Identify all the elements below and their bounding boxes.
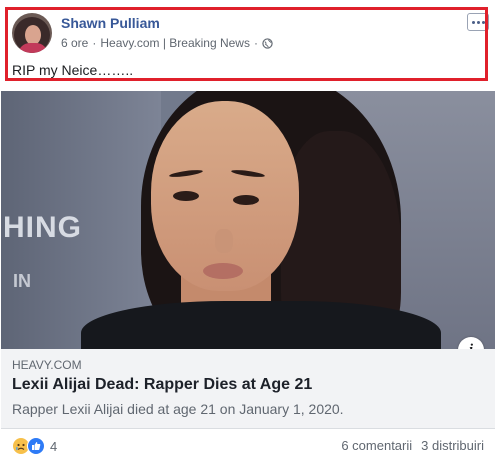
- engagement-stats: 6 comentarii 3 distribuiri: [341, 438, 484, 453]
- comments-count-link[interactable]: 6 comentarii: [341, 438, 412, 453]
- highlight-box: [5, 7, 488, 81]
- link-title[interactable]: Lexii Alijai Dead: Rapper Dies at Age 21: [12, 376, 312, 394]
- link-description: Rapper Lexii Alijai died at age 21 on Ja…: [12, 401, 344, 417]
- facebook-post: Shawn Pulliam 6 ore · Heavy.com | Breaki…: [0, 0, 496, 469]
- reaction-count[interactable]: 4: [50, 439, 57, 454]
- shares-count-link[interactable]: 3 distribuiri: [421, 438, 484, 453]
- backdrop-text-small: IN: [13, 271, 31, 291]
- link-domain: HEAVY.COM: [12, 358, 82, 372]
- backdrop-text-large: HING: [3, 211, 82, 244]
- link-preview-image[interactable]: HING IN: [1, 91, 495, 349]
- like-reaction-icon: [27, 437, 45, 455]
- reactions-summary[interactable]: 4: [12, 437, 57, 455]
